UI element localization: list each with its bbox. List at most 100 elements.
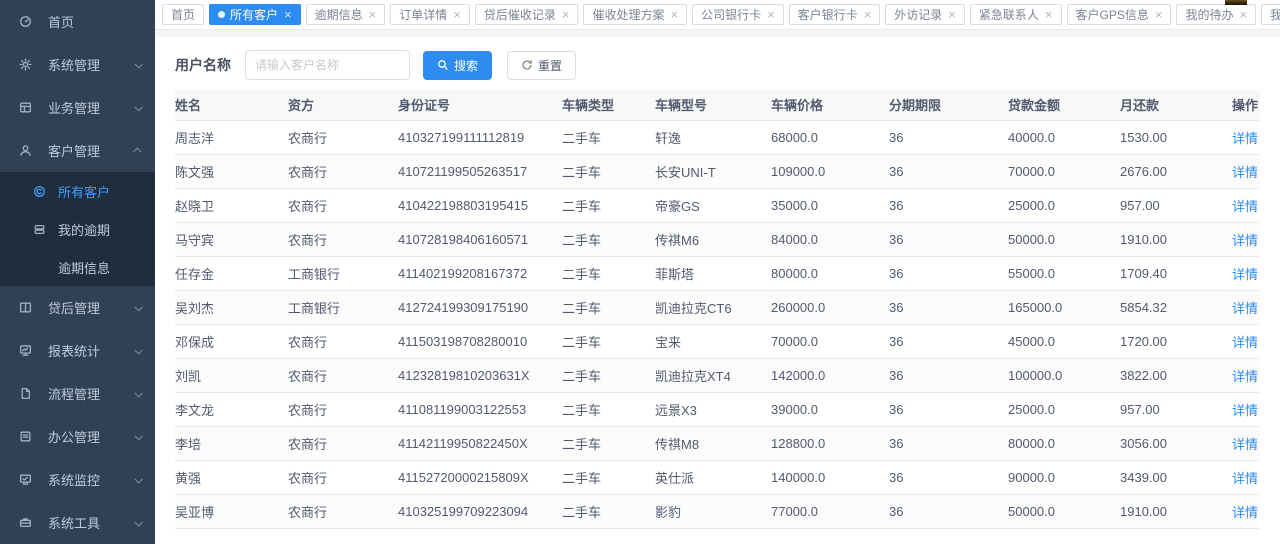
cell-loan-amount: 45000.0 xyxy=(1008,324,1120,358)
tab-close-icon[interactable]: × xyxy=(1045,8,1053,21)
sidebar-subitem-1[interactable]: 我的逾期 xyxy=(0,210,155,248)
sidebar-item-4[interactable]: 贷后管理 xyxy=(0,286,155,329)
tabs-bottom-strip xyxy=(155,30,1280,37)
detail-link[interactable]: 详情 xyxy=(1232,437,1258,452)
active-tab-dot xyxy=(218,11,225,18)
sidebar-item-9[interactable]: 系统工具 xyxy=(0,501,155,544)
tab-close-icon[interactable]: × xyxy=(1239,8,1247,21)
cell-vehicle-model: 影豹 xyxy=(655,494,771,528)
cell-funder: 农商行 xyxy=(288,324,398,358)
tab-9[interactable]: 紧急联系人× xyxy=(970,4,1062,25)
cell-installment-term: 36 xyxy=(889,494,1008,528)
cell-name: 吴亚博 xyxy=(175,494,288,528)
detail-link[interactable]: 详情 xyxy=(1232,233,1258,248)
cell-loan-amount xyxy=(1008,528,1120,544)
tab-label: 首页 xyxy=(171,6,195,23)
content-panel: 用户名称 搜索 重置 姓名资方身份证号车辆类型车辆型号车辆价格分期期 xyxy=(155,37,1280,544)
sidebar-item-2[interactable]: 业务管理 xyxy=(0,86,155,129)
table-row: 李文龙农商行411081199003122553二手车远景X339000.036… xyxy=(175,392,1260,426)
cell-funder: 工商银行 xyxy=(288,290,398,324)
chevron-down-icon xyxy=(134,60,142,68)
table-row: 李培农商行41142119950822450X二手车传祺M8128800.036… xyxy=(175,426,1260,460)
sidebar-item-8[interactable]: 系统监控 xyxy=(0,458,155,501)
cell-id-number: 411081199003122553 xyxy=(398,392,562,426)
cell-vehicle-model xyxy=(655,528,771,544)
reset-button[interactable]: 重置 xyxy=(507,51,576,80)
detail-link[interactable]: 详情 xyxy=(1232,505,1258,520)
tab-close-icon[interactable]: × xyxy=(1155,8,1163,21)
tab-7[interactable]: 客户银行卡× xyxy=(789,4,881,25)
tab-close-icon[interactable]: × xyxy=(948,8,956,21)
tab-close-icon[interactable]: × xyxy=(369,8,377,21)
detail-link[interactable]: 详情 xyxy=(1232,165,1258,180)
cell-monthly-payment: 1720.00 xyxy=(1120,324,1217,358)
tab-6[interactable]: 公司银行卡 × xyxy=(692,4,784,25)
detail-link[interactable]: 详情 xyxy=(1232,131,1258,146)
sidebar-subitem-0[interactable]: 所有客户 xyxy=(0,172,155,210)
cell-loan-amount: 40000.0 xyxy=(1008,120,1120,154)
tab-close-icon[interactable]: × xyxy=(864,8,872,21)
tab-4[interactable]: 贷后催收记录× xyxy=(475,4,579,25)
cell-vehicle-price: 77000.0 xyxy=(771,494,889,528)
cell-name: 李文龙 xyxy=(175,392,288,426)
sidebar-item-3[interactable]: 客户管理 xyxy=(0,129,155,172)
column-header-monthly-payment: 月还款 xyxy=(1120,90,1217,120)
chevron-down-icon xyxy=(134,103,142,111)
column-header-installment-term: 分期期限 xyxy=(889,90,1008,120)
detail-link[interactable]: 详情 xyxy=(1232,369,1258,384)
sidebar-item-5[interactable]: 报表统计 xyxy=(0,329,155,372)
table-body: 周志洋农商行410327199111112819二手车轩逸68000.03640… xyxy=(175,120,1260,544)
detail-link[interactable]: 详情 xyxy=(1232,471,1258,486)
cell-vehicle-type: 二手车 xyxy=(562,154,655,188)
tab-11[interactable]: 我的待办× xyxy=(1176,4,1256,25)
sidebar-item-label: 报表统计 xyxy=(48,341,135,360)
detail-link[interactable]: 详情 xyxy=(1232,335,1258,350)
cell-vehicle-model: 英仕派 xyxy=(655,460,771,494)
tab-1[interactable]: 所有客户× xyxy=(209,4,301,25)
tab-0[interactable]: 首页 xyxy=(162,4,204,25)
sidebar-item-1[interactable]: 系统管理 xyxy=(0,43,155,86)
tab-close-icon[interactable]: × xyxy=(670,8,678,21)
tab-10[interactable]: 客户GPS信息× xyxy=(1067,4,1172,25)
tab-label: 公司银行卡 xyxy=(701,6,761,23)
sidebar-item-7[interactable]: 办公管理 xyxy=(0,415,155,458)
detail-link[interactable]: 详情 xyxy=(1232,403,1258,418)
tab-3[interactable]: 订单详情× xyxy=(390,4,470,25)
sidebar-item-0[interactable]: 首页 xyxy=(0,0,155,43)
column-header-id-number: 身份证号 xyxy=(398,90,562,120)
sidebar-subitem-2[interactable]: 逾期信息 xyxy=(0,248,155,286)
table-row xyxy=(175,528,1260,544)
cell-name xyxy=(175,528,288,544)
detail-link[interactable]: 详情 xyxy=(1232,267,1258,282)
cell-monthly-payment: 3822.00 xyxy=(1120,358,1217,392)
cell-id-number: 410327199111112819 xyxy=(398,120,562,154)
cell-loan-amount: 90000.0 xyxy=(1008,460,1120,494)
cell-monthly-payment: 957.00 xyxy=(1120,188,1217,222)
tab-5[interactable]: 催收处理方案× xyxy=(583,4,687,25)
customer-name-input[interactable] xyxy=(245,50,410,80)
tab-close-icon[interactable]: × xyxy=(453,8,461,21)
cell-vehicle-type: 二手车 xyxy=(562,324,655,358)
partial-avatar-image xyxy=(1225,0,1247,5)
tab-8[interactable]: 外访记录× xyxy=(885,4,965,25)
tab-close-icon[interactable]: × xyxy=(562,8,570,21)
table-header-row: 姓名资方身份证号车辆类型车辆型号车辆价格分期期限贷款金额月还款操作 xyxy=(175,90,1260,120)
cell-id-number xyxy=(398,528,562,544)
tab-close-icon[interactable]: × xyxy=(767,8,775,21)
search-button[interactable]: 搜索 xyxy=(423,51,492,80)
column-header-vehicle-price: 车辆价格 xyxy=(771,90,889,120)
table-row: 刘凯农商行41232819810203631X二手车凯迪拉克XT4142000.… xyxy=(175,358,1260,392)
tab-close-icon[interactable]: × xyxy=(284,8,292,21)
sidebar-item-label: 客户管理 xyxy=(48,141,135,160)
detail-link[interactable]: 详情 xyxy=(1232,301,1258,316)
detail-link[interactable]: 详情 xyxy=(1232,199,1258,214)
sidebar-item-6[interactable]: 流程管理 xyxy=(0,372,155,415)
cell-action: 详情 xyxy=(1217,358,1260,392)
cell-action xyxy=(1217,528,1260,544)
cell-name: 陈文强 xyxy=(175,154,288,188)
cell-funder: 农商行 xyxy=(288,188,398,222)
cell-funder: 农商行 xyxy=(288,426,398,460)
cell-installment-term: 36 xyxy=(889,222,1008,256)
tab-2[interactable]: 逾期信息× xyxy=(306,4,386,25)
tab-12[interactable]: 我的流程× xyxy=(1261,4,1280,25)
